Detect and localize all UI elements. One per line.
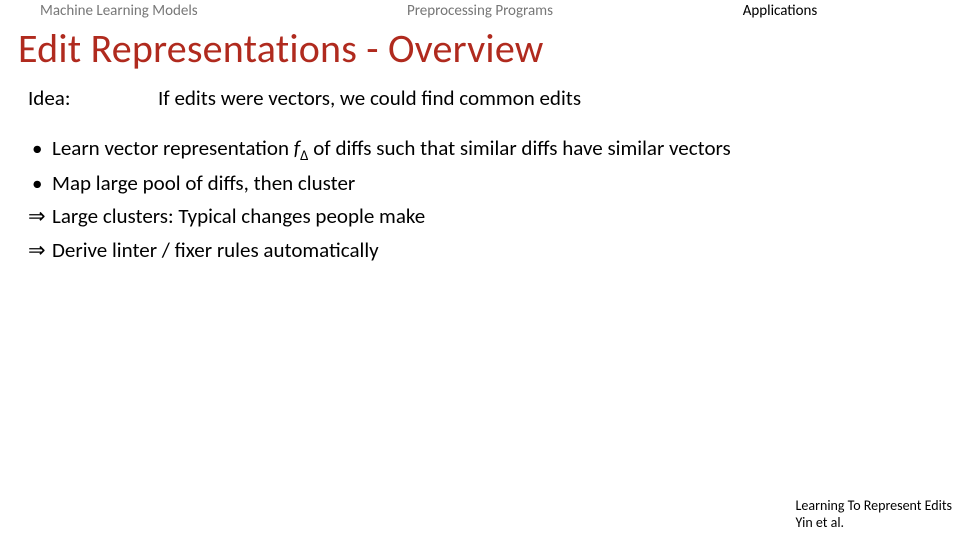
tab-machine-learning[interactable]: Machine Learning Models [0,2,320,20]
bullet-text-pre: Learn vector representation [52,135,294,161]
slide: Machine Learning Models Preprocessing Pr… [0,0,960,540]
idea-label: Idea: [28,83,158,115]
tab-applications[interactable]: Applications [640,2,960,20]
bullet-text: Derive linter / fixer rules automaticall… [52,237,379,263]
bullet-large-clusters: Large clusters: Typical changes people m… [28,201,960,233]
bullet-list: Learn vector representation fΔ of diffs … [28,133,960,267]
slide-title: Edit Representations - Overview [0,20,960,83]
math-symbol: fΔ [294,135,309,161]
bullet-text: Large clusters: Typical changes people m… [52,203,425,229]
tab-preprocessing[interactable]: Preprocessing Programs [320,2,640,20]
bullet-learn-vector: Learn vector representation fΔ of diffs … [28,133,960,166]
bullet-text-post: of diffs such that similar diffs have si… [308,135,730,161]
citation-authors: Yin et al. [796,515,952,532]
bullet-derive-linter: Derive linter / fixer rules automaticall… [28,235,960,267]
idea-row: Idea: If edits were vectors, we could fi… [28,83,960,115]
tab-bar: Machine Learning Models Preprocessing Pr… [0,0,960,20]
citation-title: Learning To Represent Edits [796,498,952,515]
bullet-map-pool: Map large pool of diffs, then cluster [28,168,960,200]
citation: Learning To Represent Edits Yin et al. [796,498,952,532]
idea-text: If edits were vectors, we could find com… [158,83,581,115]
slide-body: Idea: If edits were vectors, we could fi… [0,83,960,266]
bullet-text: Map large pool of diffs, then cluster [52,170,355,196]
